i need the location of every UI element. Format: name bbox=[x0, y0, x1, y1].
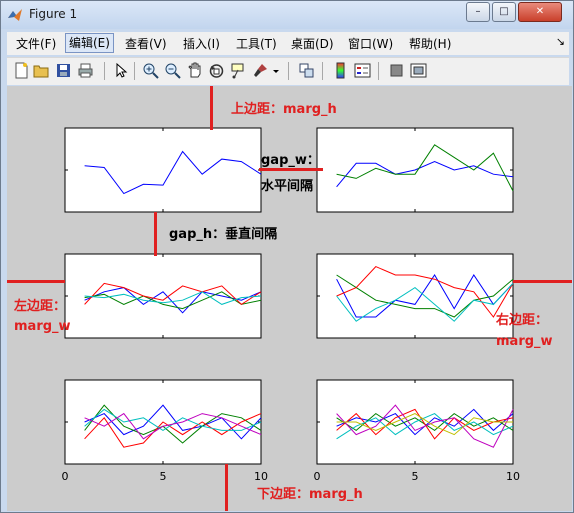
pan-icon[interactable] bbox=[186, 62, 203, 79]
left-margin-marker bbox=[7, 280, 65, 283]
axes-row2-right bbox=[316, 253, 514, 339]
top-margin-label: 上边距：marg_h bbox=[231, 102, 337, 117]
menu-view[interactable]: 查看(V) bbox=[122, 35, 170, 53]
figure-toolbar bbox=[7, 57, 569, 85]
x-tick-label: 0 bbox=[314, 470, 321, 483]
figure-canvas: 0 5 10 0 5 10 上边距：marg_h gap_w： 水平间隔 gap_h：垂直… bbox=[7, 86, 572, 511]
left-margin-label: 左边距： bbox=[14, 299, 67, 314]
figure-window: Figure 1 – □ ✕ 文件(F) 编辑(E) 查看(V) 插入(I) 工… bbox=[0, 0, 574, 513]
rotate-3d-icon[interactable] bbox=[208, 62, 225, 79]
menu-edit[interactable]: 编辑(E) bbox=[65, 33, 114, 53]
toolbar-separator bbox=[104, 62, 105, 80]
open-file-icon[interactable] bbox=[33, 62, 50, 79]
hide-plot-tools-icon[interactable] bbox=[388, 62, 405, 79]
top-margin-marker bbox=[210, 86, 213, 130]
zoom-out-icon[interactable] bbox=[164, 62, 181, 79]
save-icon[interactable] bbox=[55, 62, 72, 79]
toolbar-separator bbox=[322, 62, 323, 80]
brush-icon[interactable] bbox=[252, 62, 269, 79]
toolbar-separator bbox=[378, 62, 379, 80]
menu-help[interactable]: 帮助(H) bbox=[406, 35, 454, 53]
zoom-in-icon[interactable] bbox=[142, 62, 159, 79]
close-button[interactable]: ✕ bbox=[518, 2, 562, 22]
gap-w-label: gap_w： bbox=[261, 153, 320, 168]
axes-row1-left bbox=[64, 127, 262, 213]
menu-window[interactable]: 窗口(W) bbox=[345, 35, 396, 53]
brush-dropdown-icon[interactable] bbox=[271, 62, 281, 79]
show-plot-tools-icon[interactable] bbox=[410, 62, 427, 79]
x-tick-label: 10 bbox=[254, 470, 268, 483]
x-tick-label: 5 bbox=[412, 470, 419, 483]
gap-w-marker bbox=[259, 168, 323, 171]
gap-h-label: gap_h：垂直间隔 bbox=[169, 227, 278, 242]
left-margin-value: marg_w bbox=[14, 319, 71, 334]
menu-bar: 文件(F) 编辑(E) 查看(V) 插入(I) 工具(T) 桌面(D) 窗口(W… bbox=[7, 32, 569, 55]
menu-insert[interactable]: 插入(I) bbox=[180, 35, 223, 53]
maximize-button[interactable]: □ bbox=[492, 2, 516, 22]
print-icon[interactable] bbox=[77, 62, 94, 79]
menu-desktop[interactable]: 桌面(D) bbox=[288, 35, 337, 53]
toolbar-separator bbox=[288, 62, 289, 80]
gap-w-desc: 水平间隔 bbox=[261, 179, 314, 194]
bottom-margin-label: 下边距：marg_h bbox=[257, 487, 363, 502]
toolbar-separator bbox=[134, 62, 135, 80]
title-bar[interactable]: Figure 1 – □ ✕ bbox=[1, 1, 573, 29]
right-margin-label: 右边距： bbox=[496, 313, 549, 328]
legend-icon[interactable] bbox=[354, 62, 371, 79]
data-cursor-icon[interactable] bbox=[230, 62, 247, 79]
right-margin-value: marg_w bbox=[496, 334, 553, 349]
x-tick-label: 10 bbox=[506, 470, 520, 483]
x-tick-label: 0 bbox=[62, 470, 69, 483]
link-plot-icon[interactable] bbox=[298, 62, 315, 79]
right-margin-marker bbox=[513, 280, 572, 283]
x-tick-label: 5 bbox=[160, 470, 167, 483]
matlab-logo-icon bbox=[8, 9, 22, 21]
colorbar-icon[interactable] bbox=[332, 62, 349, 79]
menu-overflow-icon[interactable]: ↘ bbox=[556, 35, 565, 48]
gap-h-marker bbox=[154, 212, 157, 256]
bottom-margin-marker bbox=[225, 464, 228, 511]
pointer-icon[interactable] bbox=[112, 62, 129, 79]
new-figure-icon[interactable] bbox=[13, 62, 30, 79]
menu-tools[interactable]: 工具(T) bbox=[233, 35, 280, 53]
menu-file[interactable]: 文件(F) bbox=[13, 35, 59, 53]
window-title: Figure 1 bbox=[29, 7, 78, 21]
minimize-button[interactable]: – bbox=[466, 2, 490, 22]
